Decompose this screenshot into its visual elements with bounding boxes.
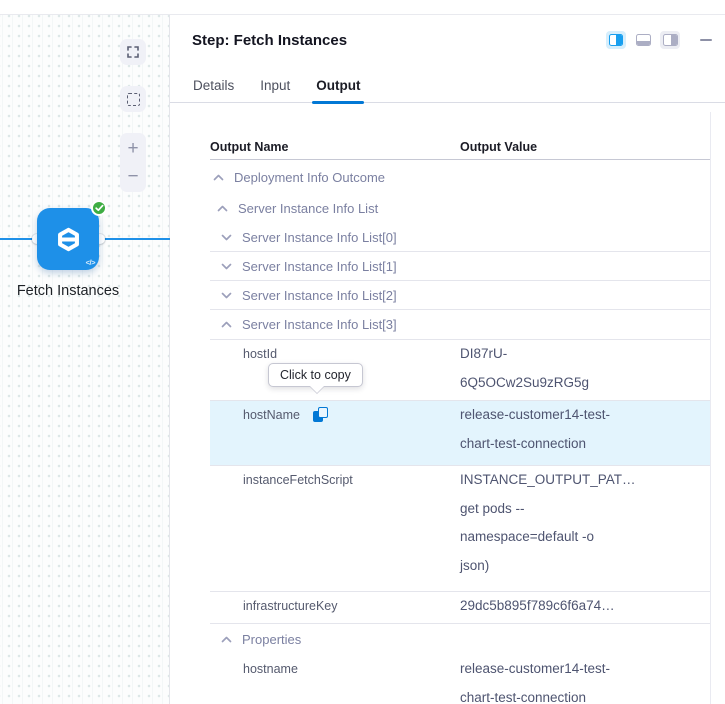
output-name-label: infrastructureKey xyxy=(243,599,337,614)
copy-tooltip: Click to copy xyxy=(268,363,363,387)
chevron-down-icon[interactable] xyxy=(220,234,232,241)
output-value: 29dc5b895f789c6f6a74… xyxy=(455,592,710,623)
top-strip xyxy=(0,0,725,15)
output-name-label: Server Instance Info List[3] xyxy=(242,317,397,332)
chevron-up-icon[interactable] xyxy=(220,636,232,643)
canvas-zoom-controls: + − xyxy=(120,133,146,192)
layout-right-panel-button[interactable] xyxy=(660,31,680,49)
tree-row-server-instance-info-list[interactable]: Server Instance Info List xyxy=(210,194,710,223)
marquee-select-icon xyxy=(127,93,140,106)
copy-icon[interactable] xyxy=(313,407,328,422)
output-name-label: hostName xyxy=(243,408,300,423)
right-panel-icon xyxy=(663,34,678,46)
zoom-out-button[interactable]: − xyxy=(120,164,146,190)
output-name-label: Server Instance Info List[0] xyxy=(242,230,397,245)
output-row-infrastructurekey: infrastructureKey 29dc5b895f789c6f6a74… xyxy=(210,592,710,624)
step-detail-panel: Step: Fetch Instances Details Input Output… xyxy=(170,0,725,704)
output-value: DI87rU-6Q5OCw2Su9zRG5g xyxy=(455,340,710,400)
output-name-label: Properties xyxy=(242,632,301,647)
tab-details[interactable]: Details xyxy=(193,76,234,103)
output-row-instancefetchscript: instanceFetchScript INSTANCE_OUTPUT_PAT…g… xyxy=(210,466,710,592)
output-value: INSTANCE_OUTPUT_PAT…get pods --namespace… xyxy=(455,466,710,591)
minimize-icon[interactable] xyxy=(700,39,712,42)
output-name-label: hostname xyxy=(243,662,298,677)
chevron-down-icon[interactable] xyxy=(220,263,232,270)
tab-input[interactable]: Input xyxy=(260,76,290,103)
layout-right-split-button[interactable] xyxy=(606,31,626,49)
output-name-label: instanceFetchScript xyxy=(243,473,353,488)
tree-row-server-instance-info-list-1-[interactable]: Server Instance Info List[1] xyxy=(210,252,710,281)
table-right-edge xyxy=(710,112,711,704)
app-window: + − </> Fetch Instances Step: Fetch Inst… xyxy=(0,0,725,704)
output-name-label: Server Instance Info List[1] xyxy=(242,259,397,274)
chevron-up-icon[interactable] xyxy=(212,174,224,181)
output-name-label: Server Instance Info List[2] xyxy=(242,288,397,303)
tree-row-properties[interactable]: Properties xyxy=(210,624,710,655)
output-table-header: Output Name Output Value xyxy=(210,135,710,160)
output-name-label: hostId xyxy=(243,347,277,362)
chevron-up-icon[interactable] xyxy=(220,321,232,328)
bottom-panel-icon xyxy=(636,34,651,46)
instances-swirl-icon xyxy=(55,226,82,253)
tab-output[interactable]: Output xyxy=(316,76,360,103)
tree-row-deployment-info-outcome[interactable]: Deployment Info Outcome xyxy=(210,160,710,194)
node-label: Fetch Instances xyxy=(0,283,136,299)
output-row-hostname: hostName release-customer14-test-chart-te… xyxy=(210,401,710,466)
zoom-in-button[interactable]: + xyxy=(120,135,146,161)
output-name-label: Server Instance Info List xyxy=(238,201,378,216)
step-node-fetch-instances[interactable]: </> xyxy=(37,208,99,270)
canvas-select-button[interactable] xyxy=(120,86,146,112)
tree-row-server-instance-info-list-0-[interactable]: Server Instance Info List[0] xyxy=(210,223,710,252)
canvas-fullscreen-button[interactable] xyxy=(120,39,146,65)
column-header-output-value: Output Value xyxy=(455,140,710,154)
tree-row-server-instance-info-list-2-[interactable]: Server Instance Info List[2] xyxy=(210,281,710,310)
code-glyph: </> xyxy=(86,258,95,267)
chevron-down-icon[interactable] xyxy=(220,292,232,299)
tree-row-server-instance-info-list-3-[interactable]: Server Instance Info List[3] xyxy=(210,310,710,340)
layout-bottom-panel-button[interactable] xyxy=(633,31,653,49)
pipeline-canvas[interactable]: + − </> Fetch Instances xyxy=(0,15,170,704)
success-badge-icon xyxy=(91,200,107,216)
output-table-body: Deployment Info Outcome Server Instance I… xyxy=(210,160,710,704)
output-value: release-customer14-test-chart-test-conne… xyxy=(455,401,710,465)
output-row-hostname: hostname release-customer14-test-chart-te… xyxy=(210,655,710,704)
column-header-output-name: Output Name xyxy=(210,140,455,154)
panel-title: Step: Fetch Instances xyxy=(192,32,347,49)
output-table: Output Name Output Value Deployment Info… xyxy=(210,135,710,704)
output-value: release-customer14-test-chart-test-conne… xyxy=(455,655,710,704)
output-name-label: Deployment Info Outcome xyxy=(234,170,385,185)
chevron-up-icon[interactable] xyxy=(216,205,228,212)
tab-bar: Details Input Output xyxy=(170,76,725,103)
expand-icon xyxy=(127,46,139,58)
panel-window-controls xyxy=(606,31,712,49)
split-view-icon xyxy=(609,34,623,46)
